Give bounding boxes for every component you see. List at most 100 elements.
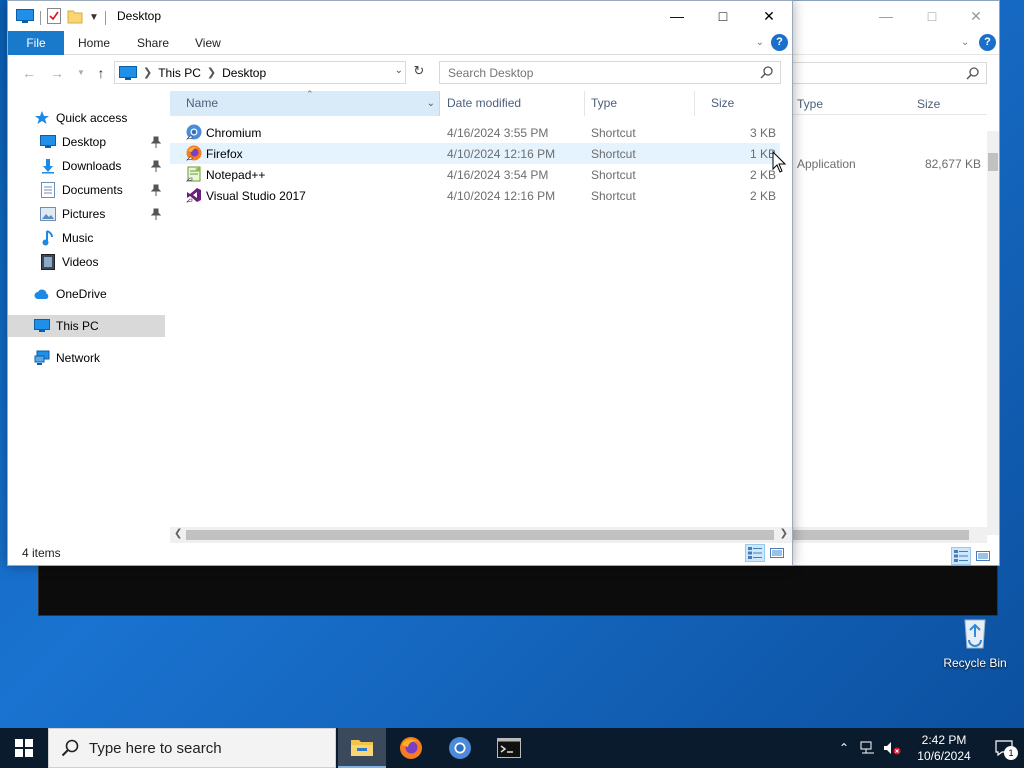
network-status-icon[interactable] [856,728,880,768]
maximize-icon[interactable]: □ [700,1,746,31]
file-size: 2 KB [749,189,776,203]
search-box[interactable] [439,61,781,84]
file-row-firefox[interactable]: Firefox 4/10/2024 12:16 PM Shortcut 1 KB [170,143,780,164]
properties-icon[interactable] [47,8,61,27]
search-icon[interactable] [760,65,774,79]
nav-label: Desktop [62,135,107,149]
file-type: Shortcut [591,189,636,203]
nav-label: Quick access [56,111,128,125]
file-date: 4/16/2024 3:55 PM [447,126,549,140]
up-arrow-icon[interactable]: ↑ [92,63,110,83]
taskbar-chromium[interactable] [436,728,484,768]
nav-label: Network [56,351,101,365]
nav-item-onedrive[interactable]: OneDrive [8,283,165,305]
nav-item-music[interactable]: Music [8,227,165,249]
bg-vertical-scroll-thumb[interactable] [988,153,998,171]
nav-item-documents[interactable]: Documents [8,179,165,201]
bg-col-type[interactable]: Type [797,97,823,111]
title-bar[interactable]: ▼ Desktop — □ ✕ [8,1,792,31]
column-name[interactable]: Name ⌃ ⌄ [170,89,440,116]
tab-home[interactable]: Home [64,31,124,55]
file-type: Shortcut [591,147,636,161]
nav-item-downloads[interactable]: Downloads [8,155,165,177]
pin-icon[interactable] [150,160,162,175]
taskbar-firefox[interactable] [387,728,435,768]
breadcrumb-desktop[interactable]: Desktop [216,66,266,80]
nav-item-pictures[interactable]: Pictures [8,203,165,225]
taskbar-search-box[interactable]: Type here to search [48,728,336,768]
firefox-icon [186,145,202,161]
tab-share[interactable]: Share [123,31,183,55]
breadcrumb-separator-icon[interactable]: ❯ [137,66,152,79]
file-explorer-icon [351,740,373,756]
nav-item-desktop[interactable]: Desktop [8,131,165,153]
this-pc-icon [34,318,50,334]
bg-help-icon[interactable]: ? [979,34,996,51]
file-row-notepadpp[interactable]: Notepad++ 4/16/2024 3:54 PM Shortcut 2 K… [170,164,780,185]
address-bar[interactable]: ❯ This PC ❯ Desktop ⌄ [114,61,406,84]
start-button[interactable] [0,728,48,768]
bg-horizontal-scroll-thumb[interactable] [791,530,969,540]
new-folder-icon[interactable] [67,8,83,27]
action-center-icon[interactable]: 1 [984,728,1024,768]
bg-details-view-icon[interactable] [951,547,971,565]
nav-item-network[interactable]: Network [8,347,165,369]
customize-toolbar-icon[interactable]: ▼ [89,12,99,23]
bg-minimize-icon[interactable]: — [863,1,909,31]
file-row-chromium[interactable]: Chromium 4/16/2024 3:55 PM Shortcut 3 KB [170,122,780,143]
explorer-app-icon[interactable] [16,9,34,26]
recycle-bin-label: Recycle Bin [943,656,1007,670]
bg-large-icons-view-icon[interactable] [973,547,993,565]
refresh-icon[interactable]: ↻ [408,63,430,83]
address-dropdown-icon[interactable]: ⌄ [395,65,403,76]
taskbar-file-explorer[interactable] [338,728,386,768]
bg-file-size: 82,677 KB [924,157,981,171]
nav-item-quick-access[interactable]: Quick access [8,107,165,129]
close-icon[interactable]: ✕ [746,1,792,31]
bg-maximize-icon[interactable]: □ [909,1,955,31]
large-icons-view-icon[interactable] [767,544,787,562]
bg-vertical-scrollbar[interactable] [987,131,999,535]
horizontal-scroll-thumb[interactable] [186,530,774,540]
pin-icon[interactable] [150,184,162,199]
bg-search-box[interactable] [791,62,987,84]
nav-item-this-pc[interactable]: This PC [8,315,165,337]
visual-studio-icon [186,188,201,203]
pin-icon[interactable] [150,136,162,151]
column-date-modified[interactable]: Date modified [431,91,585,116]
pin-icon[interactable] [150,208,162,223]
breadcrumb-this-pc[interactable]: This PC [152,66,201,80]
volume-muted-icon[interactable] [880,728,904,768]
details-view-icon[interactable] [745,544,765,562]
clock[interactable]: 2:42 PM 10/6/2024 [904,732,984,764]
back-arrow-icon[interactable]: ← [20,63,38,83]
show-hidden-icons-chevron-icon[interactable]: ⌃ [832,728,856,768]
help-icon[interactable]: ? [771,34,788,51]
file-date: 4/10/2024 12:16 PM [447,147,556,161]
column-size[interactable]: Size [695,91,782,116]
tab-view[interactable]: View [181,31,235,55]
minimize-icon[interactable]: — [654,1,700,31]
bg-ribbon: ⌄ ? [791,31,999,55]
bg-chevron-down-icon[interactable]: ⌄ [961,37,969,48]
background-explorer-window[interactable]: — □ ✕ ⌄ ? Type Size Application 82,677 K… [790,0,1000,566]
tab-file[interactable]: File [8,31,64,55]
recent-locations-chevron-icon[interactable]: ▼ [72,63,90,83]
search-input[interactable] [440,62,740,83]
recycle-bin-shortcut[interactable]: Recycle Bin [938,612,1012,670]
column-type[interactable]: Type [575,91,695,116]
breadcrumb-separator-icon[interactable]: ❯ [201,66,216,79]
music-note-icon [40,230,56,246]
forward-arrow-icon[interactable]: → [48,63,66,83]
scroll-right-icon[interactable]: ❯ [780,528,788,539]
expand-ribbon-chevron-icon[interactable]: ⌄ [756,37,764,48]
bg-col-size[interactable]: Size [917,97,940,111]
bg-close-icon[interactable]: ✕ [953,1,999,31]
explorer-window[interactable]: ▼ Desktop — □ ✕ File Home Share View ⌄ ?… [7,0,793,566]
nav-item-videos[interactable]: Videos [8,251,165,273]
taskbar-terminal[interactable] [485,728,533,768]
file-row-visual-studio[interactable]: Visual Studio 2017 4/10/2024 12:16 PM Sh… [170,185,780,206]
column-type-label: Type [591,96,618,110]
scroll-left-icon[interactable]: ❮ [174,528,182,539]
bg-file-row[interactable]: Application 82,677 KB [797,153,981,174]
